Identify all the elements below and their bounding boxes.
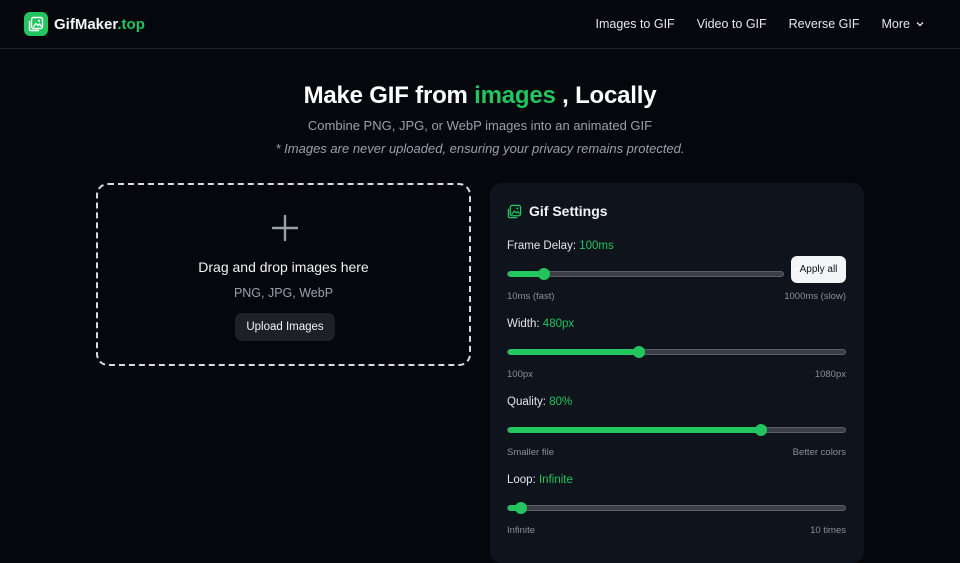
image-icon (24, 12, 48, 36)
frame-delay-range: 10ms (fast) 1000ms (slow) (507, 291, 846, 302)
frame-delay-max: 1000ms (slow) (784, 291, 846, 302)
frame-delay-min: 10ms (fast) (507, 291, 555, 302)
loop-setting: Loop: Infinite Infinite 10 times (507, 474, 846, 536)
loop-range: Infinite 10 times (507, 525, 846, 536)
nav-images-to-gif[interactable]: Images to GIF (596, 17, 675, 31)
width-min: 100px (507, 369, 533, 380)
quality-max: Better colors (792, 447, 846, 458)
gif-settings-panel: Gif Settings Frame Delay: 100ms Apply al… (490, 183, 864, 563)
frame-delay-slider-thumb[interactable] (537, 268, 550, 280)
width-slider-fill (508, 349, 640, 355)
hero-section: Make GIF from images , Locally Combine P… (0, 82, 960, 156)
quality-slider-thumb[interactable] (754, 424, 767, 436)
quality-setting: Quality: 80% Smaller file Better colors (507, 396, 846, 458)
plus-icon (272, 215, 298, 241)
top-header: GifMaker.top Images to GIF Video to GIF … (0, 0, 960, 49)
width-slider-thumb[interactable] (633, 346, 646, 358)
settings-title: Gif Settings (507, 203, 608, 219)
quality-range: Smaller file Better colors (507, 447, 846, 458)
width-setting: Width: 480px 100px 1080px (507, 318, 846, 380)
loop-label: Loop: Infinite (507, 474, 573, 486)
image-icon (507, 204, 522, 218)
image-dropzone[interactable]: Drag and drop images here PNG, JPG, WebP… (96, 183, 471, 366)
page-title: Make GIF from images , Locally (303, 82, 657, 109)
loop-max: 10 times (810, 525, 846, 536)
frame-delay-slider[interactable] (507, 268, 784, 280)
loop-slider-thumb[interactable] (515, 502, 528, 514)
loop-min: Infinite (507, 525, 535, 536)
width-slider[interactable] (507, 346, 846, 358)
nav-reverse-gif[interactable]: Reverse GIF (789, 17, 860, 31)
upload-images-button[interactable]: Upload Images (235, 313, 335, 341)
page-subtitle: Combine PNG, JPG, or WebP images into an… (307, 118, 653, 133)
width-range: 100px 1080px (507, 369, 846, 380)
width-max: 1080px (814, 369, 846, 380)
nav-more-label: More (881, 17, 910, 31)
dropzone-title: Drag and drop images here (198, 259, 369, 275)
apply-all-button[interactable]: Apply all (791, 256, 846, 283)
main-nav: Images to GIF Video to GIF Reverse GIF M… (596, 0, 927, 48)
loop-slider[interactable] (507, 502, 846, 514)
quality-label: Quality: 80% (507, 396, 573, 408)
settings-title-label: Gif Settings (529, 203, 608, 219)
dropzone-formats: PNG, JPG, WebP (233, 286, 334, 300)
quality-min: Smaller file (507, 447, 554, 458)
width-label: Width: 480px (507, 318, 575, 330)
chevron-down-icon (916, 22, 924, 27)
brand-name: GifMaker.top (54, 15, 145, 33)
nav-video-to-gif[interactable]: Video to GIF (697, 17, 767, 31)
nav-more-dropdown[interactable]: More (882, 17, 926, 31)
quality-slider-fill (508, 427, 761, 433)
quality-slider[interactable] (507, 424, 846, 436)
frame-delay-setting: Frame Delay: 100ms Apply all 10ms (fast)… (507, 240, 846, 302)
frame-delay-label: Frame Delay: 100ms (507, 240, 614, 252)
brand-logo[interactable]: GifMaker.top (24, 12, 145, 36)
privacy-note: * Images are never uploaded, ensuring yo… (275, 141, 685, 156)
